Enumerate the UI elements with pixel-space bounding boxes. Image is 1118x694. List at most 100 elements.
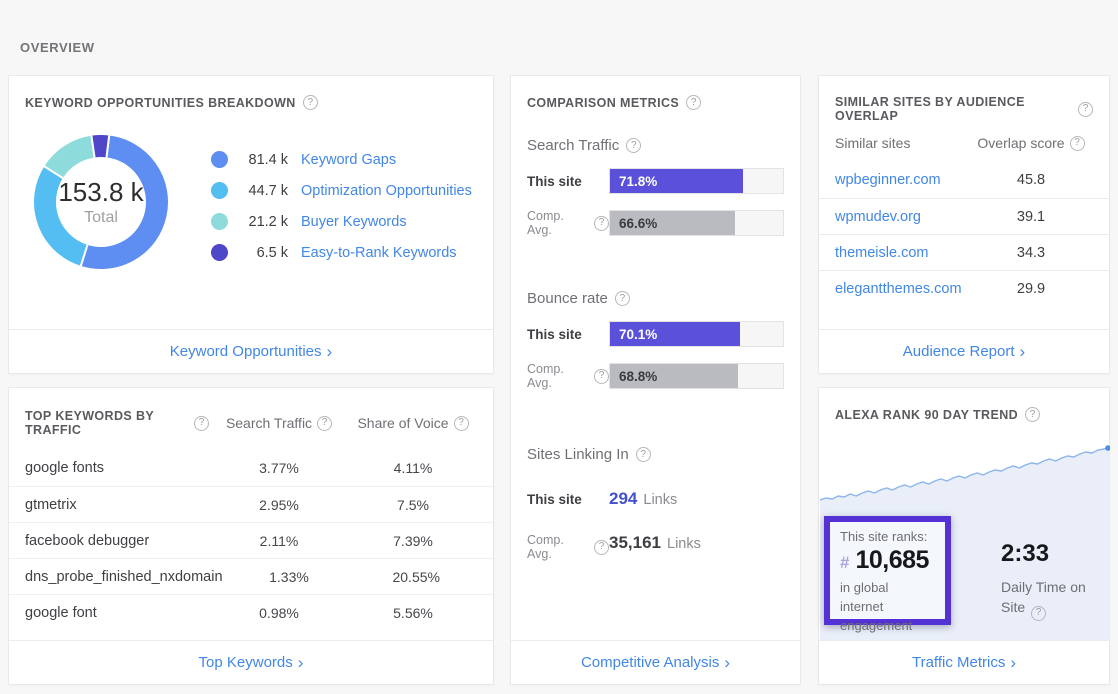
legend-dot-icon (211, 244, 228, 261)
overlap-score-cell: 45.8 (969, 172, 1093, 188)
top-keywords-card: TOP KEYWORDS BY TRAFFIC ? Search Traffic… (8, 387, 494, 685)
help-icon[interactable]: ? (615, 291, 630, 306)
legend-label-link[interactable]: Keyword Gaps (301, 152, 396, 168)
help-icon[interactable]: ? (303, 95, 318, 110)
alexa-rank-card: ALEXA RANK 90 DAY TREND ? This site rank… (818, 387, 1110, 685)
row-label: Comp. Avg. ? (527, 362, 609, 390)
top-keywords-rows: google fonts3.77%4.11%gtmetrix2.95%7.5%f… (9, 450, 493, 630)
bar-fill: 70.1% (610, 322, 740, 346)
column-header-search-traffic: Search Traffic ? (209, 415, 349, 431)
column-header-share-of-voice: Share of Voice ? (349, 415, 477, 431)
legend-label-link[interactable]: Optimization Opportunities (301, 183, 472, 199)
help-icon[interactable]: ? (454, 416, 469, 431)
help-icon[interactable]: ? (1025, 407, 1040, 422)
card-footer: Top Keywords › (9, 640, 493, 684)
legend-dot-icon (211, 213, 228, 230)
traffic-metrics-link[interactable]: Traffic Metrics › (912, 654, 1016, 671)
table-row: elegantthemes.com29.9 (819, 270, 1109, 306)
help-icon[interactable]: ? (686, 95, 701, 110)
help-icon[interactable]: ? (594, 216, 609, 231)
share-of-voice-cell: 20.55% (355, 569, 477, 585)
help-icon[interactable]: ? (1070, 136, 1085, 151)
similar-sites-rows: wpbeginner.com45.8wpmudev.org39.1themeis… (819, 162, 1109, 306)
bar-row-this-site: This site 71.8% (527, 168, 784, 194)
card-title: COMPARISON METRICS ? (511, 76, 800, 110)
row-label: Comp. Avg. ? (527, 209, 609, 237)
comparison-metrics-card: COMPARISON METRICS ? Search Traffic ? Th… (510, 75, 801, 685)
chevron-right-icon: › (1010, 654, 1016, 671)
similar-site-link[interactable]: themeisle.com (835, 245, 969, 261)
donut-total-caption: Total (84, 209, 118, 227)
legend-label-link[interactable]: Easy-to-Rank Keywords (301, 245, 457, 261)
keyword-opportunities-card: KEYWORD OPPORTUNITIES BREAKDOWN ? 153.8 … (8, 75, 494, 374)
similar-site-link[interactable]: wpbeginner.com (835, 172, 969, 188)
bar-fill: 66.6% (610, 211, 735, 235)
donut-center-label: 153.8 k Total (31, 132, 171, 272)
rank-line: # 10,685 (840, 546, 935, 575)
help-icon[interactable]: ? (1031, 606, 1046, 621)
card-title: KEYWORD OPPORTUNITIES BREAKDOWN ? (9, 76, 493, 110)
overlap-score-cell: 39.1 (969, 209, 1093, 225)
rank-value: 10,685 (855, 546, 928, 575)
keyword-cell: dns_probe_finished_nxdomain (25, 569, 223, 585)
table-row: gtmetrix2.95%7.5% (9, 486, 493, 522)
legend-item: 6.5 k Easy-to-Rank Keywords (211, 237, 472, 268)
donut-chart-wrap: 153.8 k Total (31, 132, 171, 272)
share-of-voice-cell: 4.11% (349, 460, 477, 476)
chevron-right-icon: › (298, 654, 304, 671)
bar-row-comp-avg: Comp. Avg. ? 68.8% (527, 362, 784, 390)
bar-track: 68.8% (609, 363, 784, 389)
share-of-voice-cell: 5.56% (349, 605, 477, 621)
rank-highlight-box: This site ranks: # 10,685 in global inte… (824, 516, 951, 625)
bar-track: 66.6% (609, 210, 784, 236)
top-keywords-link[interactable]: Top Keywords › (199, 654, 304, 671)
help-icon[interactable]: ? (594, 369, 609, 384)
similar-site-link[interactable]: wpmudev.org (835, 209, 969, 225)
help-icon[interactable]: ? (594, 540, 609, 555)
rank-intro: This site ranks: (840, 529, 935, 544)
help-icon[interactable]: ? (317, 416, 332, 431)
legend-value: 6.5 k (240, 245, 288, 261)
table-row: facebook debugger2.11%7.39% (9, 522, 493, 558)
legend-dot-icon (211, 151, 228, 168)
competitive-analysis-link[interactable]: Competitive Analysis › (581, 654, 730, 671)
row-label: This site (527, 492, 609, 507)
search-traffic-cell: 0.98% (209, 605, 349, 621)
bar-track: 70.1% (609, 321, 784, 347)
table-row: wpbeginner.com45.8 (819, 162, 1109, 198)
card-title: SIMILAR SITES BY AUDIENCE OVERLAP ? (819, 76, 1109, 123)
keyword-opportunities-link[interactable]: Keyword Opportunities › (170, 343, 332, 360)
legend-label-link[interactable]: Buyer Keywords (301, 214, 407, 230)
legend-item: 21.2 kBuyer Keywords (211, 206, 472, 237)
keyword-cell: google font (25, 605, 209, 621)
legend-item: 44.7 kOptimization Opportunities (211, 175, 472, 206)
table-row: google font0.98%5.56% (9, 594, 493, 630)
similar-site-link[interactable]: elegantthemes.com (835, 281, 969, 297)
top-keywords-header: TOP KEYWORDS BY TRAFFIC ? Search Traffic… (9, 388, 493, 450)
table-row: themeisle.com34.3 (819, 234, 1109, 270)
help-icon[interactable]: ? (636, 447, 651, 462)
overlap-score-cell: 29.9 (969, 281, 1093, 297)
table-row: wpmudev.org39.1 (819, 198, 1109, 234)
search-traffic-cell: 2.95% (209, 497, 349, 513)
help-icon[interactable]: ? (194, 416, 209, 431)
share-of-voice-cell: 7.39% (349, 533, 477, 549)
links-row-comp-avg: Comp. Avg. ? 35,161 Links (527, 533, 784, 561)
keyword-cell: gtmetrix (25, 497, 209, 513)
row-label: Comp. Avg. ? (527, 533, 609, 561)
page-title: OVERVIEW (20, 40, 95, 55)
table-row: google fonts3.77%4.11% (9, 450, 493, 486)
links-count: 294 (609, 489, 637, 509)
daily-time-value: 2:33 (1001, 540, 1107, 568)
overlap-score-cell: 34.3 (969, 245, 1093, 261)
search-traffic-cell: 3.77% (209, 460, 349, 476)
audience-report-link[interactable]: Audience Report › (903, 343, 1025, 360)
hash-icon: # (840, 553, 849, 573)
rank-trend-area: This site ranks: # 10,685 in global inte… (820, 430, 1108, 640)
keyword-opportunities-body: 153.8 k Total 81.4 kKeyword Gaps44.7 kOp… (9, 110, 493, 272)
help-icon[interactable]: ? (1078, 102, 1093, 117)
help-icon[interactable]: ? (626, 138, 641, 153)
keyword-cell: google fonts (25, 460, 209, 476)
daily-time-caption: Daily Time on Site ? (1001, 577, 1107, 621)
legend-item: 81.4 kKeyword Gaps (211, 144, 472, 175)
